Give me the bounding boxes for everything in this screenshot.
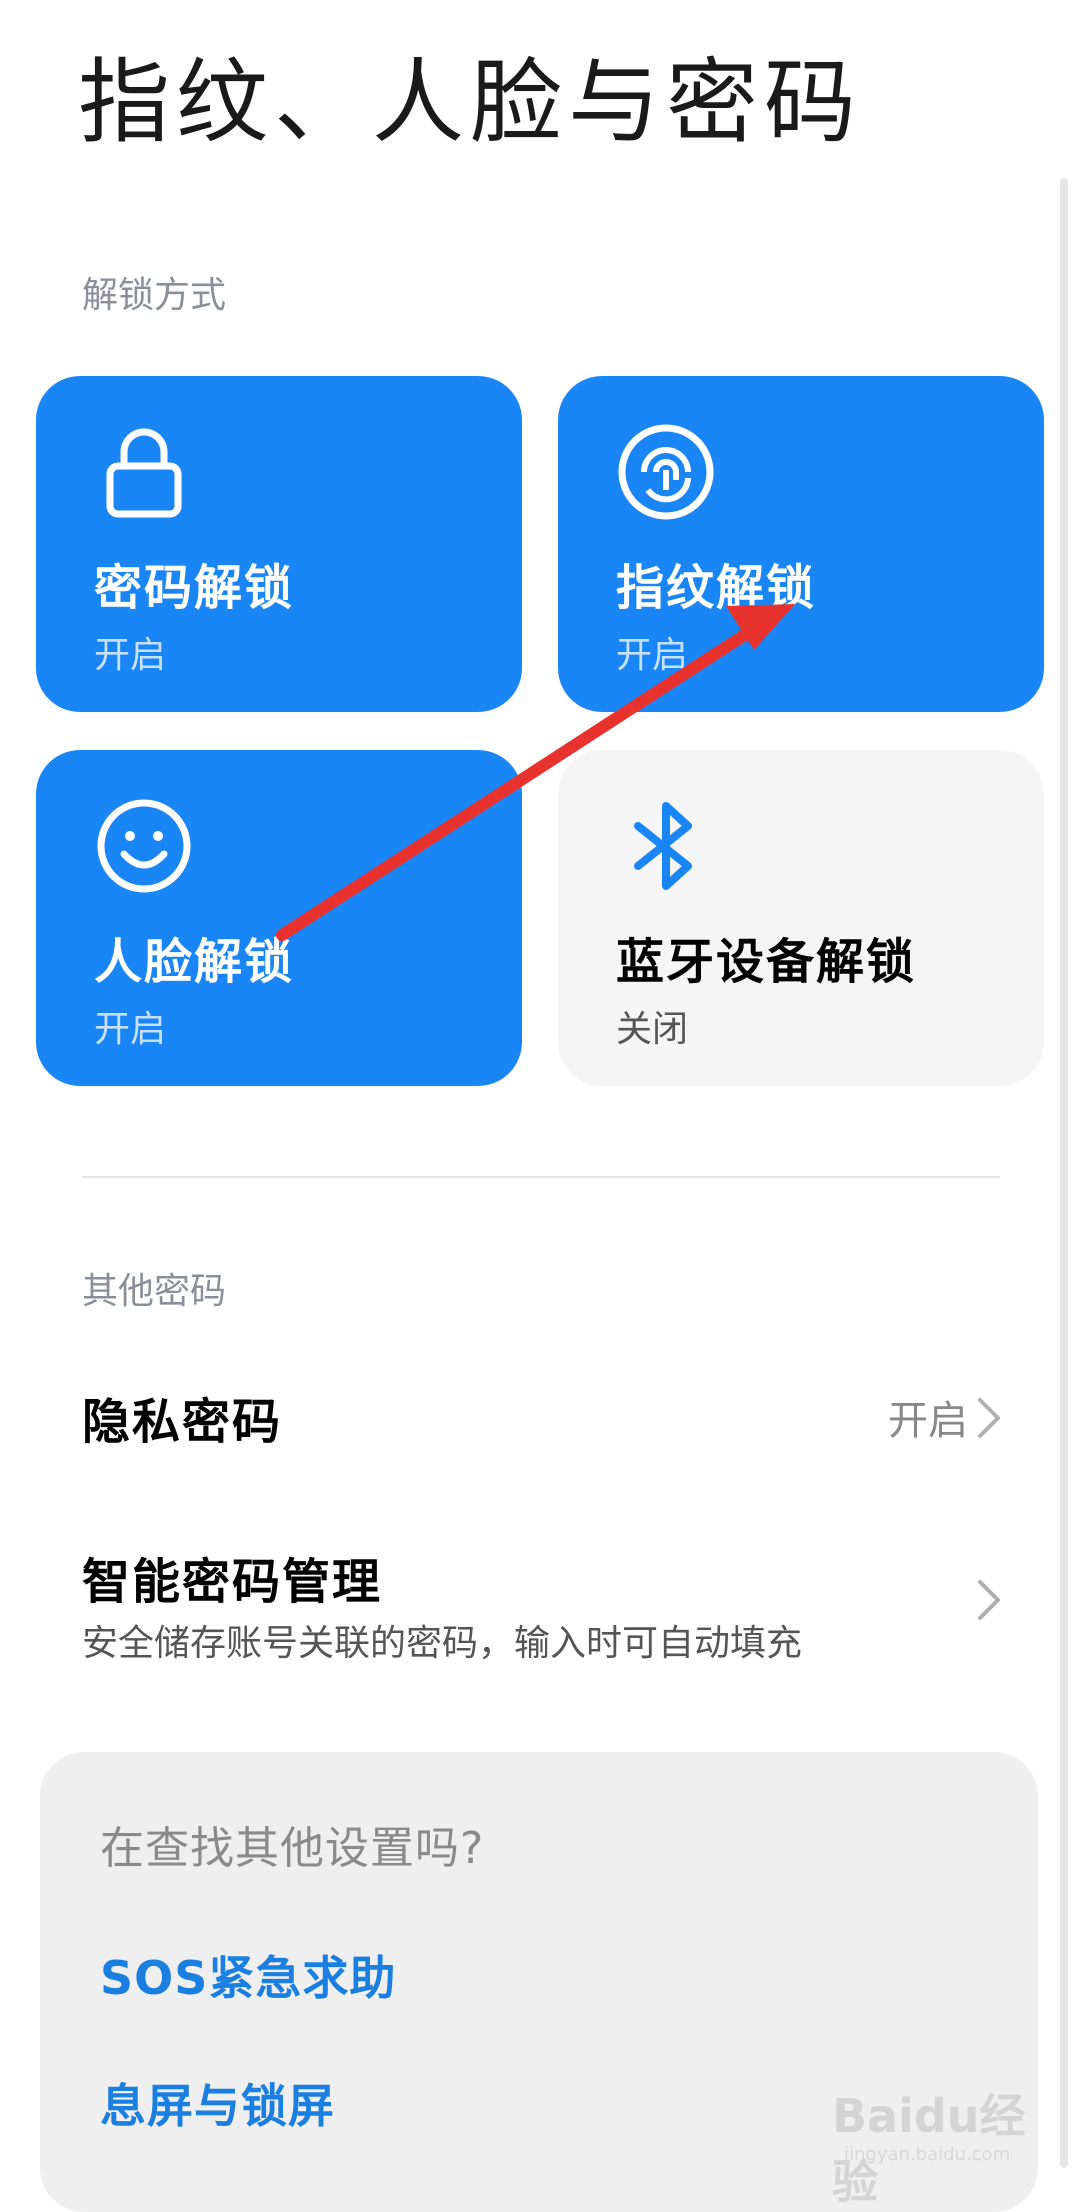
tile-status: 开启	[94, 1009, 167, 1050]
section-label-unlock: 解锁方式	[82, 275, 227, 316]
baidu-watermark: Baidu经验 jingyan.baidu.com	[832, 2050, 1032, 2209]
row-title: 智能密码管理	[82, 1554, 383, 1610]
tile-status: 关闭	[616, 1009, 689, 1050]
link-screen-off-lock[interactable]: 息屏与锁屏	[100, 2070, 335, 2136]
tile-status: 开启	[94, 635, 167, 676]
chevron-right-icon	[978, 1398, 1000, 1438]
tile-password-unlock[interactable]: 密码解锁 开启	[36, 376, 522, 712]
tile-status: 开启	[616, 635, 689, 676]
row-subtitle: 安全储存账号关联的密码，输入时可自动填充	[82, 1623, 803, 1664]
link-sos-emergency[interactable]: SOS紧急求助	[100, 1942, 396, 2008]
row-value: 开启	[888, 1398, 968, 1444]
tile-title: 密码解锁	[94, 560, 295, 616]
row-smart-password-manager[interactable]: 智能密码管理 安全储存账号关联的密码，输入时可自动填充	[0, 1520, 1080, 1680]
tile-title: 指纹解锁	[616, 560, 817, 616]
page-title: 指纹、人脸与密码	[78, 49, 863, 156]
tile-bluetooth-unlock[interactable]: 蓝牙设备解锁 关闭	[558, 750, 1044, 1086]
tile-fingerprint-unlock[interactable]: 指纹解锁 开启	[558, 376, 1044, 712]
tile-title: 人脸解锁	[94, 934, 295, 990]
watermark-sub: jingyan.baidu.com	[844, 2144, 1011, 2165]
tile-title: 蓝牙设备解锁	[616, 934, 917, 990]
suggestions-title: 在查找其他设置吗?	[100, 1823, 485, 1874]
fingerprint-icon	[618, 424, 714, 520]
section-divider	[82, 1176, 1000, 1178]
section-label-other: 其他密码	[82, 1271, 227, 1312]
tile-face-unlock[interactable]: 人脸解锁 开启	[36, 750, 522, 1086]
row-title: 隐私密码	[82, 1394, 283, 1450]
bluetooth-icon	[634, 802, 692, 890]
scrollbar[interactable]	[1060, 178, 1068, 2168]
row-privacy-password[interactable]: 隐私密码 开启	[0, 1360, 1080, 1470]
face-icon	[97, 799, 191, 893]
chevron-right-icon	[978, 1580, 1000, 1620]
lock-icon	[106, 428, 182, 518]
